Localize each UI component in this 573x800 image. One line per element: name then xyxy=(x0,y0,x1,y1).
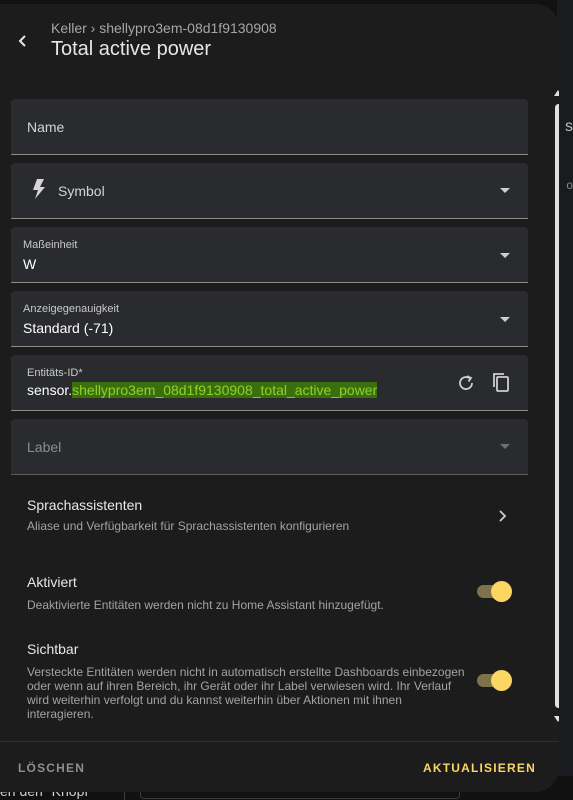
scrollbar[interactable] xyxy=(552,86,559,736)
label-select[interactable]: Label xyxy=(11,419,528,475)
entity-settings-dialog: Keller › shellypro3em-08d1f9130908 Total… xyxy=(0,4,559,792)
scroll-up-icon[interactable] xyxy=(554,90,559,96)
back-button[interactable] xyxy=(8,26,38,56)
dropdown-arrow-icon xyxy=(500,317,510,322)
unit-value: W xyxy=(23,256,37,272)
unit-select[interactable]: Maßeinheit W xyxy=(11,227,528,283)
delete-button[interactable]: LÖSCHEN xyxy=(18,761,85,775)
copy-icon[interactable] xyxy=(492,372,512,394)
lightning-bolt-icon xyxy=(33,179,45,199)
enabled-title: Aktiviert xyxy=(27,574,77,590)
background-panel: s o xyxy=(557,0,573,800)
footer-divider xyxy=(0,741,559,742)
precision-select[interactable]: Anzeigegenauigkeit Standard (-71) xyxy=(11,291,528,347)
voice-assistants-title: Sprachassistenten xyxy=(27,497,143,513)
scroll-down-icon[interactable] xyxy=(554,716,559,722)
visible-toggle[interactable] xyxy=(475,668,515,692)
chevron-left-icon xyxy=(18,35,26,47)
breadcrumb[interactable]: Keller › shellypro3em-08d1f9130908 xyxy=(51,20,277,36)
scrollbar-thumb[interactable] xyxy=(555,104,559,708)
symbol-field[interactable]: Symbol xyxy=(11,163,528,219)
label-field-label: Label xyxy=(27,439,62,455)
voice-assistants-subtitle: Aliase und Verfügbarkeit für Sprachassis… xyxy=(27,519,350,533)
dropdown-arrow-icon xyxy=(500,444,510,449)
enabled-toggle[interactable] xyxy=(475,579,515,603)
update-button[interactable]: AKTUALISIEREN xyxy=(423,761,536,775)
toggle-knob xyxy=(491,581,512,602)
dropdown-arrow-icon xyxy=(500,253,510,258)
dialog-header: Keller › shellypro3em-08d1f9130908 Total… xyxy=(0,4,559,84)
symbol-field-label: Symbol xyxy=(58,183,105,199)
enabled-subtitle: Deaktivierte Entitäten werden nicht zu H… xyxy=(27,598,384,612)
visible-subtitle: Versteckte Entitäten werden nicht in aut… xyxy=(27,665,465,721)
chevron-right-icon xyxy=(499,510,507,522)
entity-id-field[interactable]: Entitäts-ID* sensor.shellypro3em_08d1f91… xyxy=(11,355,528,411)
background-fragment: s xyxy=(565,118,573,135)
background-fragment: o xyxy=(566,178,573,192)
restore-icon[interactable] xyxy=(456,373,476,393)
entity-id-label: Entitäts-ID* xyxy=(27,367,83,379)
page-title: Total active power xyxy=(51,38,212,60)
name-field[interactable]: Name xyxy=(11,99,528,155)
precision-value: Standard (-71) xyxy=(23,320,114,336)
voice-assistants-row[interactable]: Sprachassistenten Aliase und Verfügbarke… xyxy=(0,486,540,542)
entity-id-selected-text: shellypro3em_08d1f9130908_total_active_p… xyxy=(72,382,378,398)
dropdown-arrow-icon xyxy=(500,188,510,193)
precision-label: Anzeigegenauigkeit xyxy=(23,303,120,315)
toggle-knob xyxy=(491,670,512,691)
unit-label: Maßeinheit xyxy=(23,239,78,251)
name-field-label: Name xyxy=(27,119,65,135)
entity-id-prefix: sensor. xyxy=(27,382,73,398)
visible-title: Sichtbar xyxy=(27,641,79,657)
entity-id-value[interactable]: sensor.shellypro3em_08d1f9130908_total_a… xyxy=(27,382,378,398)
